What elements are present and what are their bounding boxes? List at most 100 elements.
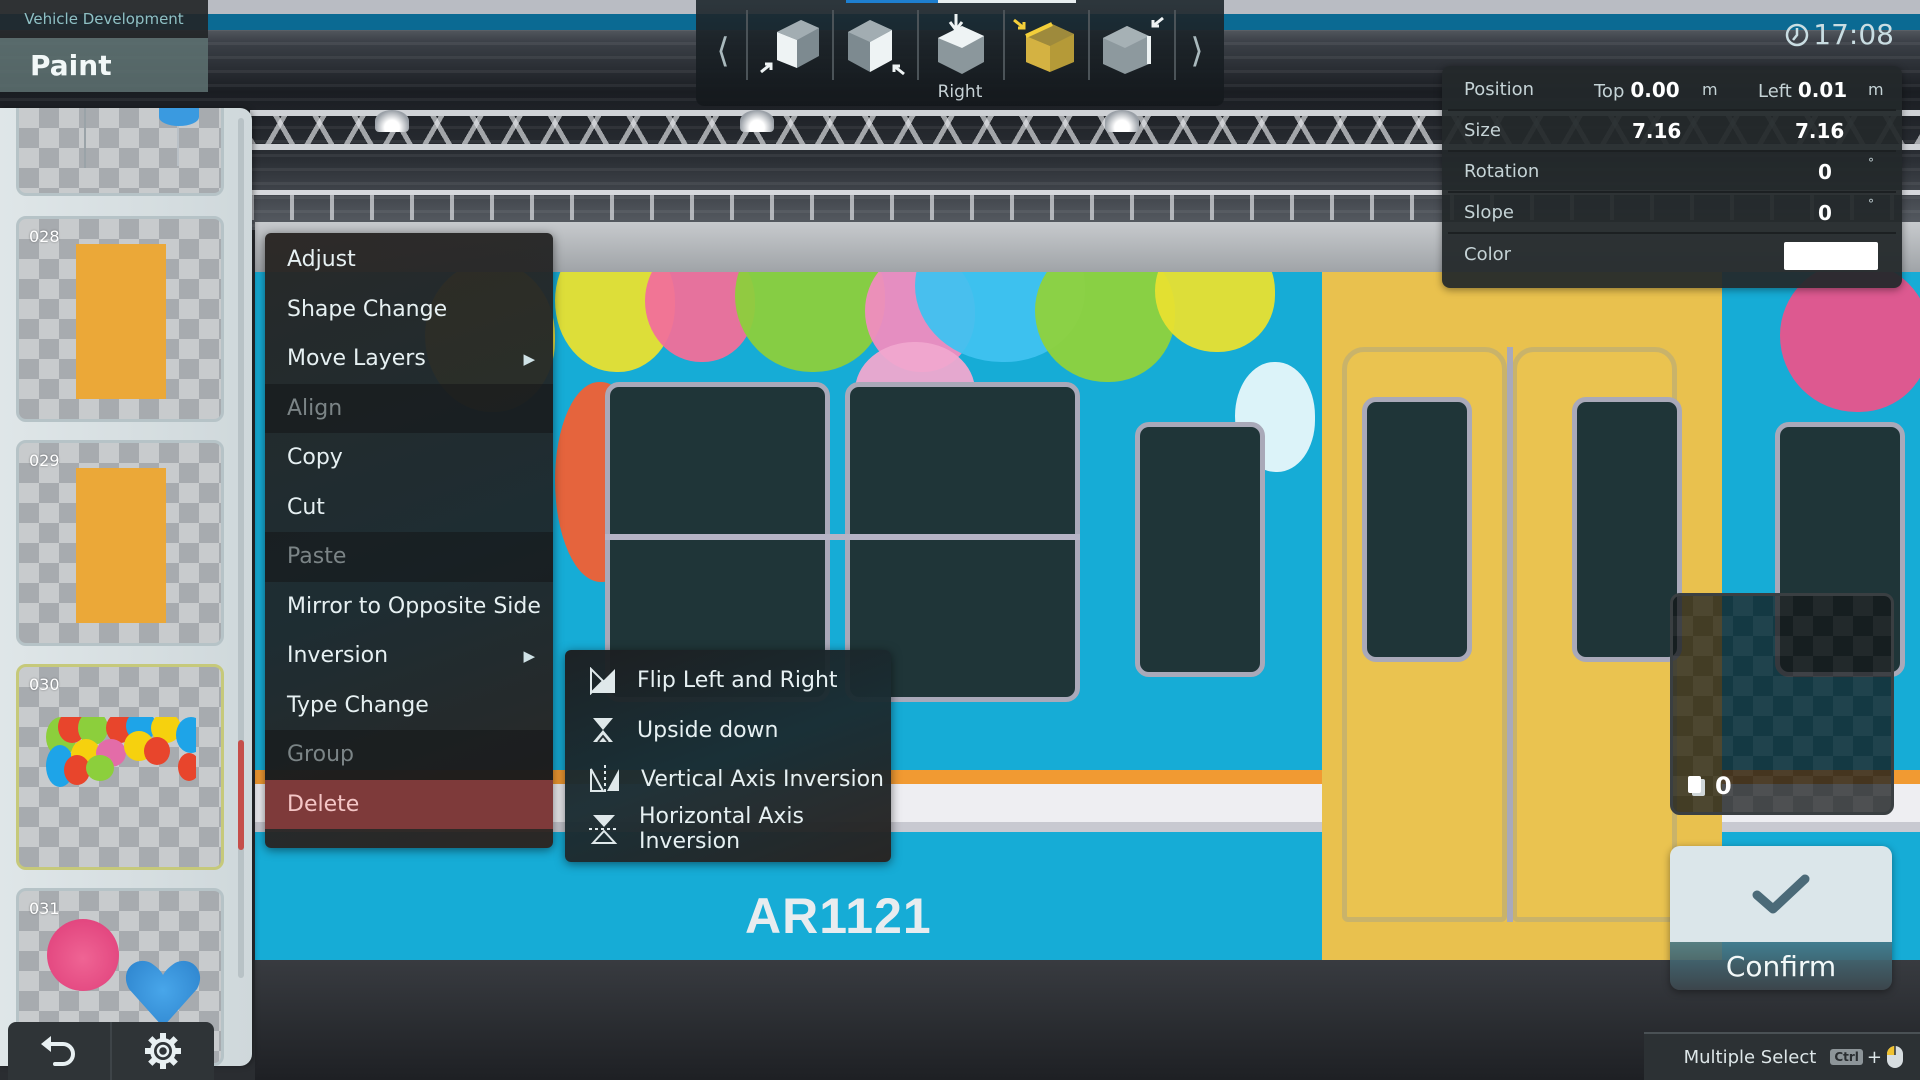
layer-thumbnail — [76, 468, 166, 623]
view-back-button[interactable] — [831, 10, 918, 80]
position-top-unit: m — [1702, 80, 1718, 99]
color-label: Color — [1464, 244, 1511, 265]
mouse-left-click-icon — [1887, 1046, 1903, 1068]
layer-scrollbar[interactable] — [238, 118, 244, 978]
previous-view-button[interactable]: ⟨ — [708, 22, 738, 80]
slope-field[interactable]: 0 — [1818, 201, 1832, 225]
submenu-item-flip-left-right[interactable]: Flip Left and Right — [565, 656, 891, 706]
position-row: Position Top 0.00 m Left 0.01 m — [1448, 70, 1896, 111]
slope-row: Slope 0 ° — [1448, 193, 1896, 234]
window — [1135, 422, 1265, 677]
view-left-button[interactable] — [1088, 10, 1176, 80]
gear-icon — [145, 1033, 181, 1069]
cube-top-icon — [937, 14, 984, 74]
view-right-button-selected[interactable] — [1002, 10, 1089, 80]
menu-item-move-layers[interactable]: Move Layers ▶ — [265, 334, 553, 384]
size-row: Size 7.16 7.16 — [1448, 111, 1896, 152]
context-menu: Adjust Shape Change Move Layers ▶ Align C… — [265, 233, 553, 848]
menu-item-delete[interactable]: Delete — [265, 779, 553, 829]
layer-item[interactable]: 029 — [16, 440, 224, 646]
menu-item-adjust[interactable]: Adjust — [265, 235, 553, 285]
layer-item[interactable]: 028 — [16, 216, 224, 422]
chevron-right-icon: ⟩ — [1190, 31, 1204, 71]
car-number: AR1121 — [745, 888, 932, 944]
layer-list-panel[interactable]: 028 029 030 031 — [0, 108, 252, 1066]
cube-front-icon — [759, 20, 819, 74]
confirm-label: Confirm — [1670, 942, 1892, 990]
cube-back-icon — [848, 20, 906, 76]
hint-label: Multiple Select — [1683, 1046, 1817, 1068]
vertical-axis-icon — [590, 764, 619, 795]
layer-item[interactable] — [16, 108, 224, 196]
ceiling-lamp — [740, 110, 774, 132]
color-swatch[interactable] — [1784, 242, 1878, 270]
undo-icon — [41, 1036, 75, 1066]
checkmark-icon — [1752, 874, 1810, 914]
layer-number: 029 — [29, 451, 60, 470]
window-bar — [605, 534, 1080, 540]
slope-label: Slope — [1464, 202, 1514, 223]
door-window — [1362, 397, 1472, 662]
submenu-item-vertical-axis-inversion[interactable]: Vertical Axis Inversion — [565, 755, 891, 805]
inversion-submenu: Flip Left and Right Upside down Vertical… — [565, 650, 891, 862]
menu-item-type-change[interactable]: Type Change — [265, 681, 553, 731]
scrollbar-thumb[interactable] — [238, 740, 244, 850]
view-front-button[interactable] — [746, 10, 832, 80]
flip-vertical-icon — [593, 718, 613, 743]
clock-icon — [1786, 23, 1809, 46]
undo-button[interactable] — [8, 1022, 112, 1080]
menu-item-paste: Paste — [265, 532, 553, 582]
page-title: Paint — [0, 38, 208, 92]
clock: 17:08 — [1785, 18, 1894, 51]
menu-item-align: Align — [265, 383, 553, 433]
rotation-unit: ° — [1868, 156, 1874, 170]
selection-preview-panel: 0 — [1670, 593, 1894, 815]
position-left-field[interactable]: Left 0.01 — [1758, 78, 1847, 102]
submenu-arrow-icon: ▶ — [523, 646, 535, 665]
ceiling-lamp — [1105, 110, 1139, 132]
layer-number: 030 — [29, 675, 60, 694]
door-window — [1572, 397, 1682, 662]
layer-toolbar — [8, 1022, 214, 1080]
confirm-button[interactable]: Confirm — [1670, 846, 1892, 990]
slope-unit: ° — [1868, 197, 1874, 211]
menu-item-cut[interactable]: Cut — [265, 483, 553, 533]
chevron-left-icon: ⟨ — [716, 31, 730, 71]
menu-item-mirror[interactable]: Mirror to Opposite Side — [265, 582, 553, 632]
rotation-field[interactable]: 0 — [1818, 160, 1832, 184]
view-top-button[interactable] — [917, 10, 1003, 80]
position-top-field[interactable]: Top 0.00 — [1594, 78, 1680, 102]
settings-button[interactable] — [112, 1022, 214, 1080]
position-left-unit: m — [1868, 80, 1884, 99]
layer-number: 031 — [29, 899, 60, 918]
menu-item-shape-change[interactable]: Shape Change — [265, 285, 553, 335]
current-view-label: Right — [937, 82, 983, 102]
submenu-item-upside-down[interactable]: Upside down — [565, 706, 891, 756]
layer-thumbnail — [76, 244, 166, 399]
flip-horizontal-icon — [590, 666, 615, 695]
shortcut: Ctrl + — [1830, 1045, 1904, 1069]
pages-icon — [1688, 776, 1705, 796]
submenu-item-horizontal-axis-inversion[interactable]: Horizontal Axis Inversion — [565, 804, 891, 854]
size-width-field[interactable]: 7.16 — [1632, 119, 1681, 143]
ceiling-lamp — [375, 110, 409, 132]
cube-right-icon — [1012, 18, 1074, 72]
position-top-value: 0.00 — [1630, 77, 1680, 102]
layer-item-selected[interactable]: 030 — [16, 664, 224, 870]
position-left-value: 0.01 — [1797, 77, 1848, 102]
next-view-button[interactable]: ⟩ — [1182, 22, 1212, 80]
horizontal-axis-icon — [589, 815, 619, 845]
menu-item-copy[interactable]: Copy — [265, 433, 553, 483]
position-label: Position — [1464, 79, 1535, 100]
view-progress-bar — [846, 0, 1076, 3]
submenu-arrow-icon: ▶ — [523, 349, 535, 368]
breadcrumb: Vehicle Development — [0, 0, 208, 38]
ctrl-key-icon: Ctrl — [1830, 1049, 1863, 1065]
multiple-select-hint: Multiple Select Ctrl + — [1644, 1032, 1920, 1080]
clock-time: 17:08 — [1813, 18, 1894, 51]
rotation-label: Rotation — [1464, 161, 1540, 182]
selection-count: 0 — [1715, 772, 1732, 800]
menu-item-inversion[interactable]: Inversion ▶ — [265, 631, 553, 681]
size-height-field[interactable]: 7.16 — [1795, 119, 1844, 143]
rotation-row: Rotation 0 ° — [1448, 152, 1896, 193]
